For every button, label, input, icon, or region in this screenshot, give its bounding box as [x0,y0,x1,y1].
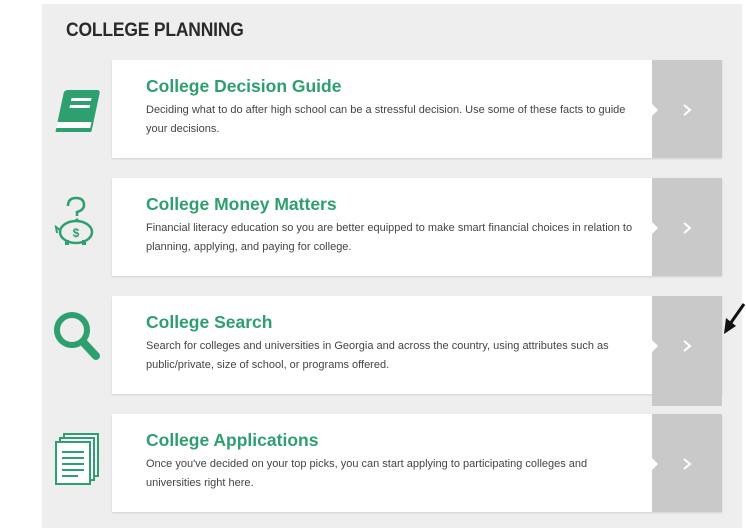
chevron-right-icon [683,340,692,352]
card-title[interactable]: College Decision Guide [146,75,642,97]
card-description: Search for colleges and universities in … [146,340,609,371]
card-title[interactable]: College Search [146,311,642,333]
card-arrow-button[interactable] [651,414,722,512]
card-college-decision-guide[interactable]: College Decision Guide Deciding what to … [112,60,722,158]
card-arrow-button[interactable] [651,60,722,158]
page-title: COLLEGE PLANNING [66,20,244,41]
piggy-bank-icon: $ [50,192,106,248]
svg-text:$: $ [73,226,80,240]
card-description: Financial literacy education so you are … [146,222,633,253]
card-college-applications[interactable]: College Applications Once you've decided… [112,414,722,512]
chevron-right-icon [683,458,692,470]
card-title[interactable]: College Applications [146,429,642,451]
book-icon [50,82,106,138]
card-arrow-button[interactable] [651,296,722,406]
documents-icon [50,432,106,488]
card-arrow-button[interactable] [651,178,722,276]
chevron-right-icon [683,104,692,116]
chevron-right-icon [683,222,692,234]
card-description: Deciding what to do after high school ca… [146,104,626,135]
magnifier-icon [50,310,106,366]
pointer-arrow-icon [724,303,746,334]
card-college-money-matters[interactable]: College Money Matters Financial literacy… [112,178,722,276]
card-description: Once you've decided on your top picks, y… [146,458,588,489]
card-college-search[interactable]: College Search Search for colleges and u… [112,296,722,406]
card-title[interactable]: College Money Matters [146,193,642,215]
